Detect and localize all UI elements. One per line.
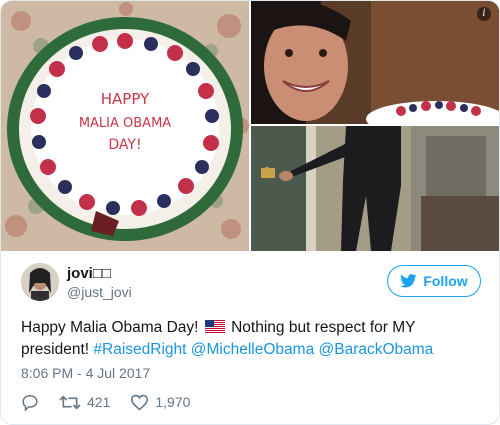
mention-link-michelle[interactable]: @MichelleObama <box>191 341 314 358</box>
tweet-text-part-1: Happy Malia Obama Day! <box>21 319 199 336</box>
tweet-text: Happy Malia Obama Day! Nothing but respe… <box>21 317 481 361</box>
cake-illustration: HAPPY MALIA OBAMA DAY! <box>1 1 249 251</box>
reply-button[interactable] <box>21 394 39 411</box>
tweet-media: HAPPY MALIA OBAMA DAY! i <box>1 1 499 251</box>
heart-icon <box>131 394 149 410</box>
tweet-actions: 421 1,970 <box>21 391 481 413</box>
cake-text-line-1: HAPPY <box>101 90 150 108</box>
cake-text-line-3: DAY! <box>108 137 141 153</box>
display-name[interactable]: jovi□□ <box>67 265 111 282</box>
hashtag-link[interactable]: #RaisedRight <box>93 341 186 358</box>
reply-icon <box>22 394 38 411</box>
selfie-illustration <box>251 1 499 124</box>
mention-link-barack[interactable]: @BarackObama <box>319 341 434 358</box>
retweet-icon <box>59 394 81 410</box>
us-flag-icon <box>204 320 225 333</box>
avatar[interactable] <box>21 263 59 301</box>
like-button[interactable]: 1,970 <box>130 394 190 411</box>
cake-photo[interactable]: HAPPY MALIA OBAMA DAY! <box>1 1 249 251</box>
cake-text-line-2: MALIA OBAMA <box>79 116 171 131</box>
follow-button-label: Follow <box>423 273 468 289</box>
tweet-header: jovi□□ @just_jovi Follow <box>21 263 481 303</box>
display-name-suffix: □□ <box>92 265 111 282</box>
twitter-bird-icon <box>400 274 417 288</box>
retweet-button[interactable]: 421 <box>59 394 110 410</box>
like-count: 1,970 <box>155 394 191 410</box>
display-name-text: jovi <box>67 265 93 282</box>
follow-button[interactable]: Follow <box>387 265 481 297</box>
tweet-card: HAPPY MALIA OBAMA DAY! i jovi□□ @just_jo… <box>0 0 500 425</box>
user-handle[interactable]: @just_jovi <box>67 284 132 300</box>
selfie-photo[interactable]: i <box>251 1 499 124</box>
door-illustration <box>251 126 499 251</box>
tweet-timestamp[interactable]: 8:06 PM - 4 Jul 2017 <box>21 365 150 381</box>
door-photo[interactable] <box>251 126 499 251</box>
retweet-count: 421 <box>87 394 111 410</box>
avatar-image <box>21 263 59 301</box>
info-icon[interactable]: i <box>477 7 491 21</box>
